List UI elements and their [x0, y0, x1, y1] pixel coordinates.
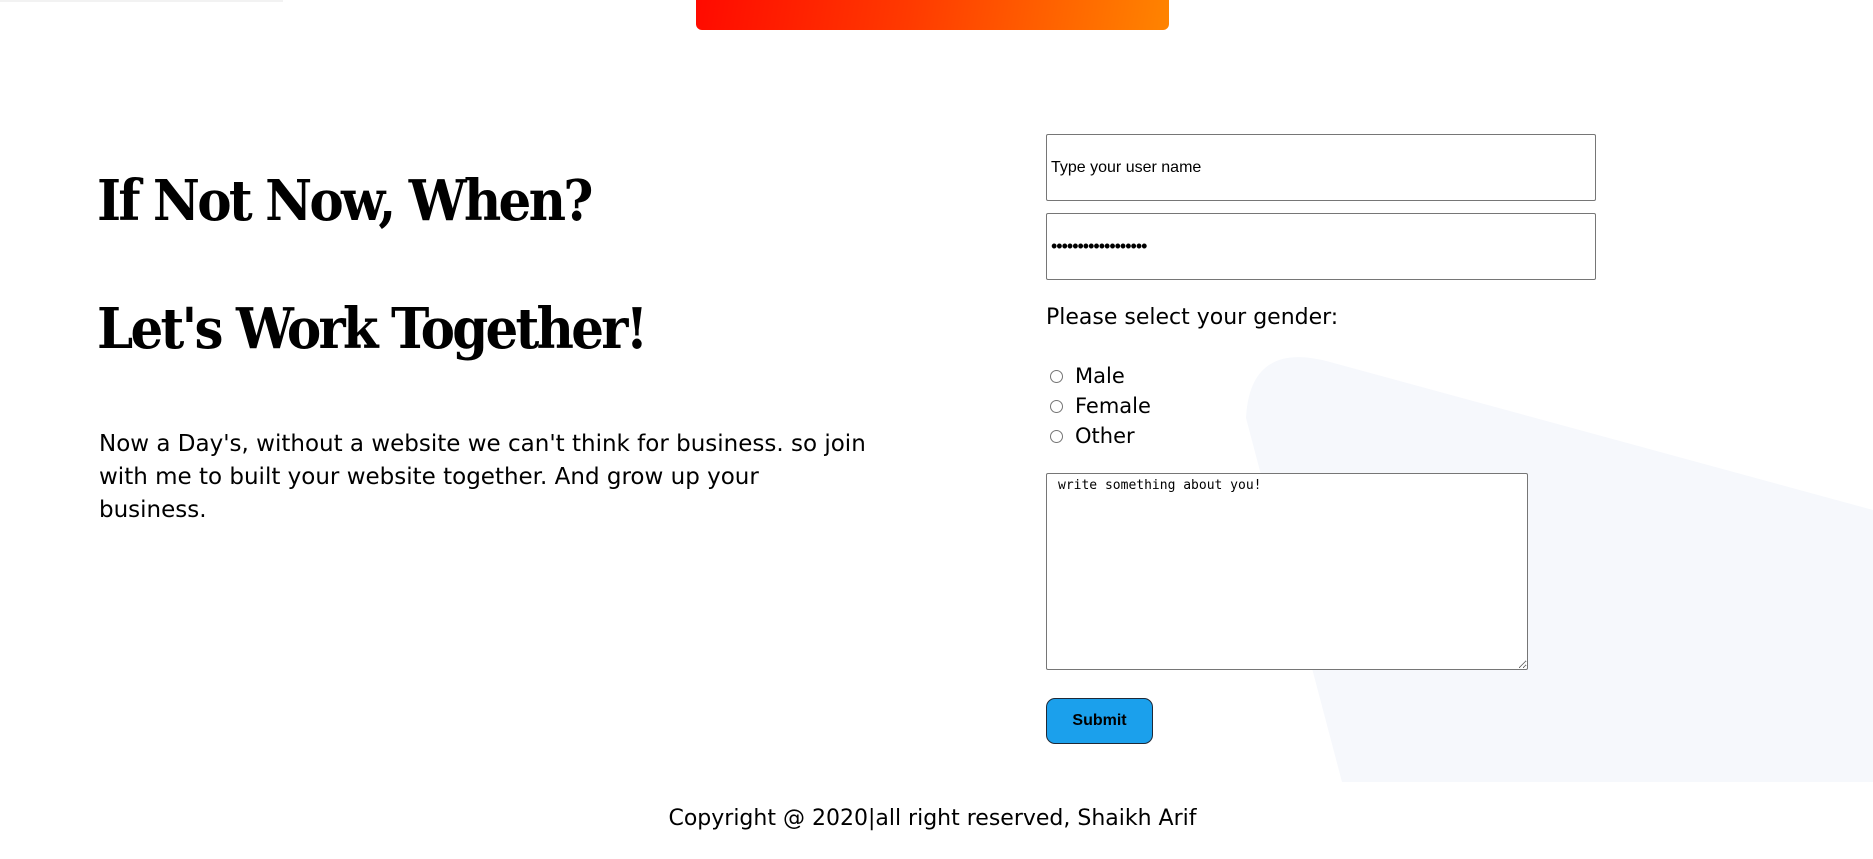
radio-button[interactable]	[1050, 369, 1063, 383]
headline-primary: If Not Now, When?	[97, 168, 593, 234]
gender-question-label: Please select your gender:	[1046, 305, 1339, 330]
gender-option-male[interactable]: Male	[1050, 364, 1125, 388]
gender-option-label: Female	[1075, 394, 1151, 418]
footer-copyright: Copyright @ 2020|all right reserved, Sha…	[668, 806, 1197, 831]
about-textarea[interactable]	[1046, 473, 1528, 670]
page: If Not Now, When? Let's Work Together! N…	[0, 0, 1873, 859]
gender-option-label: Other	[1075, 424, 1135, 448]
radio-button[interactable]	[1050, 399, 1063, 413]
username-input[interactable]	[1046, 134, 1596, 201]
password-input[interactable]	[1046, 213, 1596, 280]
submit-button[interactable]: Submit	[1046, 698, 1153, 744]
top-gradient-bar	[696, 0, 1169, 30]
gender-option-other[interactable]: Other	[1050, 424, 1135, 448]
gender-option-label: Male	[1075, 364, 1125, 388]
radio-button[interactable]	[1050, 429, 1063, 443]
headline-secondary: Let's Work Together!	[97, 296, 648, 362]
gender-option-female[interactable]: Female	[1050, 394, 1151, 418]
top-divider-line	[0, 0, 283, 2]
intro-paragraph: Now a Day's, without a website we can't …	[99, 431, 866, 523]
